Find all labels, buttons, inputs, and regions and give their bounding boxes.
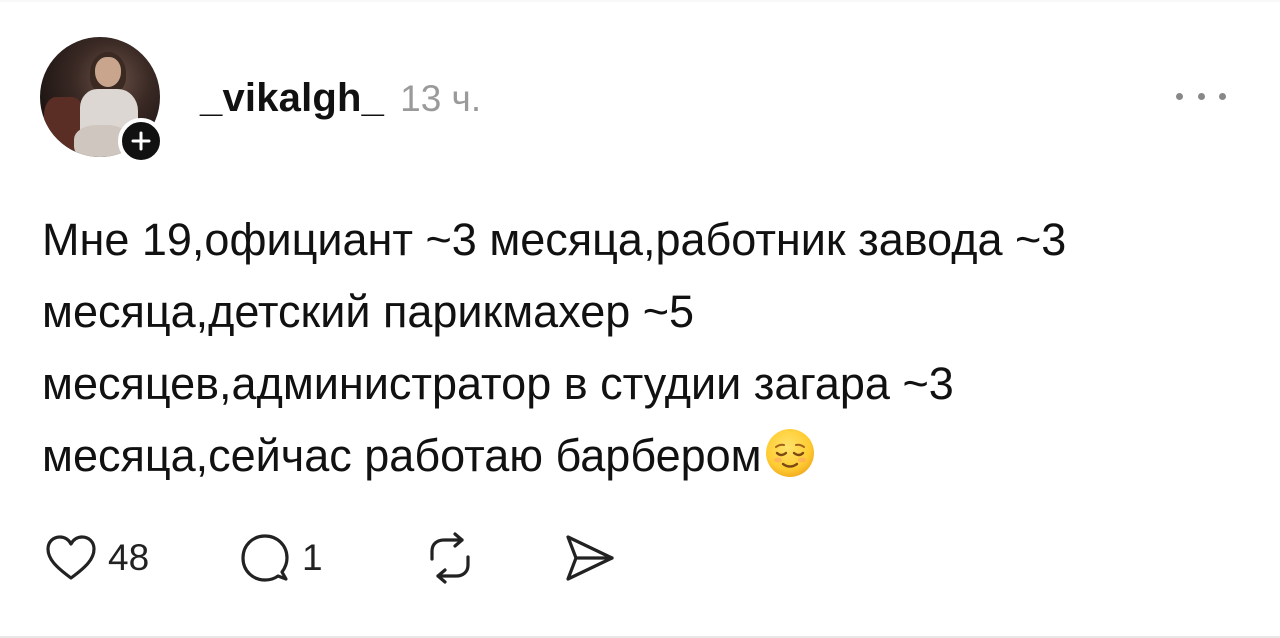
ellipsis-icon <box>1219 92 1226 100</box>
ellipsis-icon <box>1197 92 1205 100</box>
post-actions: 48 1 <box>44 528 618 588</box>
reply-button[interactable]: 1 <box>238 531 358 585</box>
plus-icon <box>131 131 151 151</box>
repost-icon <box>430 532 470 584</box>
post-header: _vikalgh_ 13 ч. <box>200 76 481 126</box>
ellipsis-icon <box>1176 92 1183 100</box>
timestamp: 13 ч. <box>400 78 482 119</box>
comment-icon <box>241 534 289 582</box>
post-text: Мне 19,официант ~3 месяца,работник завод… <box>42 204 1242 492</box>
post-card: _vikalgh_ 13 ч. Мне 19,официант ~3 месяц… <box>0 0 1280 638</box>
follow-button[interactable] <box>118 118 164 164</box>
more-options-button[interactable] <box>1176 84 1226 108</box>
share-button[interactable] <box>562 531 618 585</box>
repost-button[interactable] <box>422 531 502 585</box>
like-button[interactable]: 48 <box>44 533 174 583</box>
reply-count: 1 <box>302 537 323 578</box>
relieved-face-emoji <box>765 429 814 477</box>
username[interactable]: _vikalgh_ <box>200 76 384 121</box>
like-count: 48 <box>108 537 150 578</box>
post-body-text: Мне 19,официант ~3 месяца,работник завод… <box>42 214 1067 481</box>
avatar-head <box>95 57 121 87</box>
send-icon <box>566 535 614 581</box>
heart-icon <box>46 535 96 580</box>
